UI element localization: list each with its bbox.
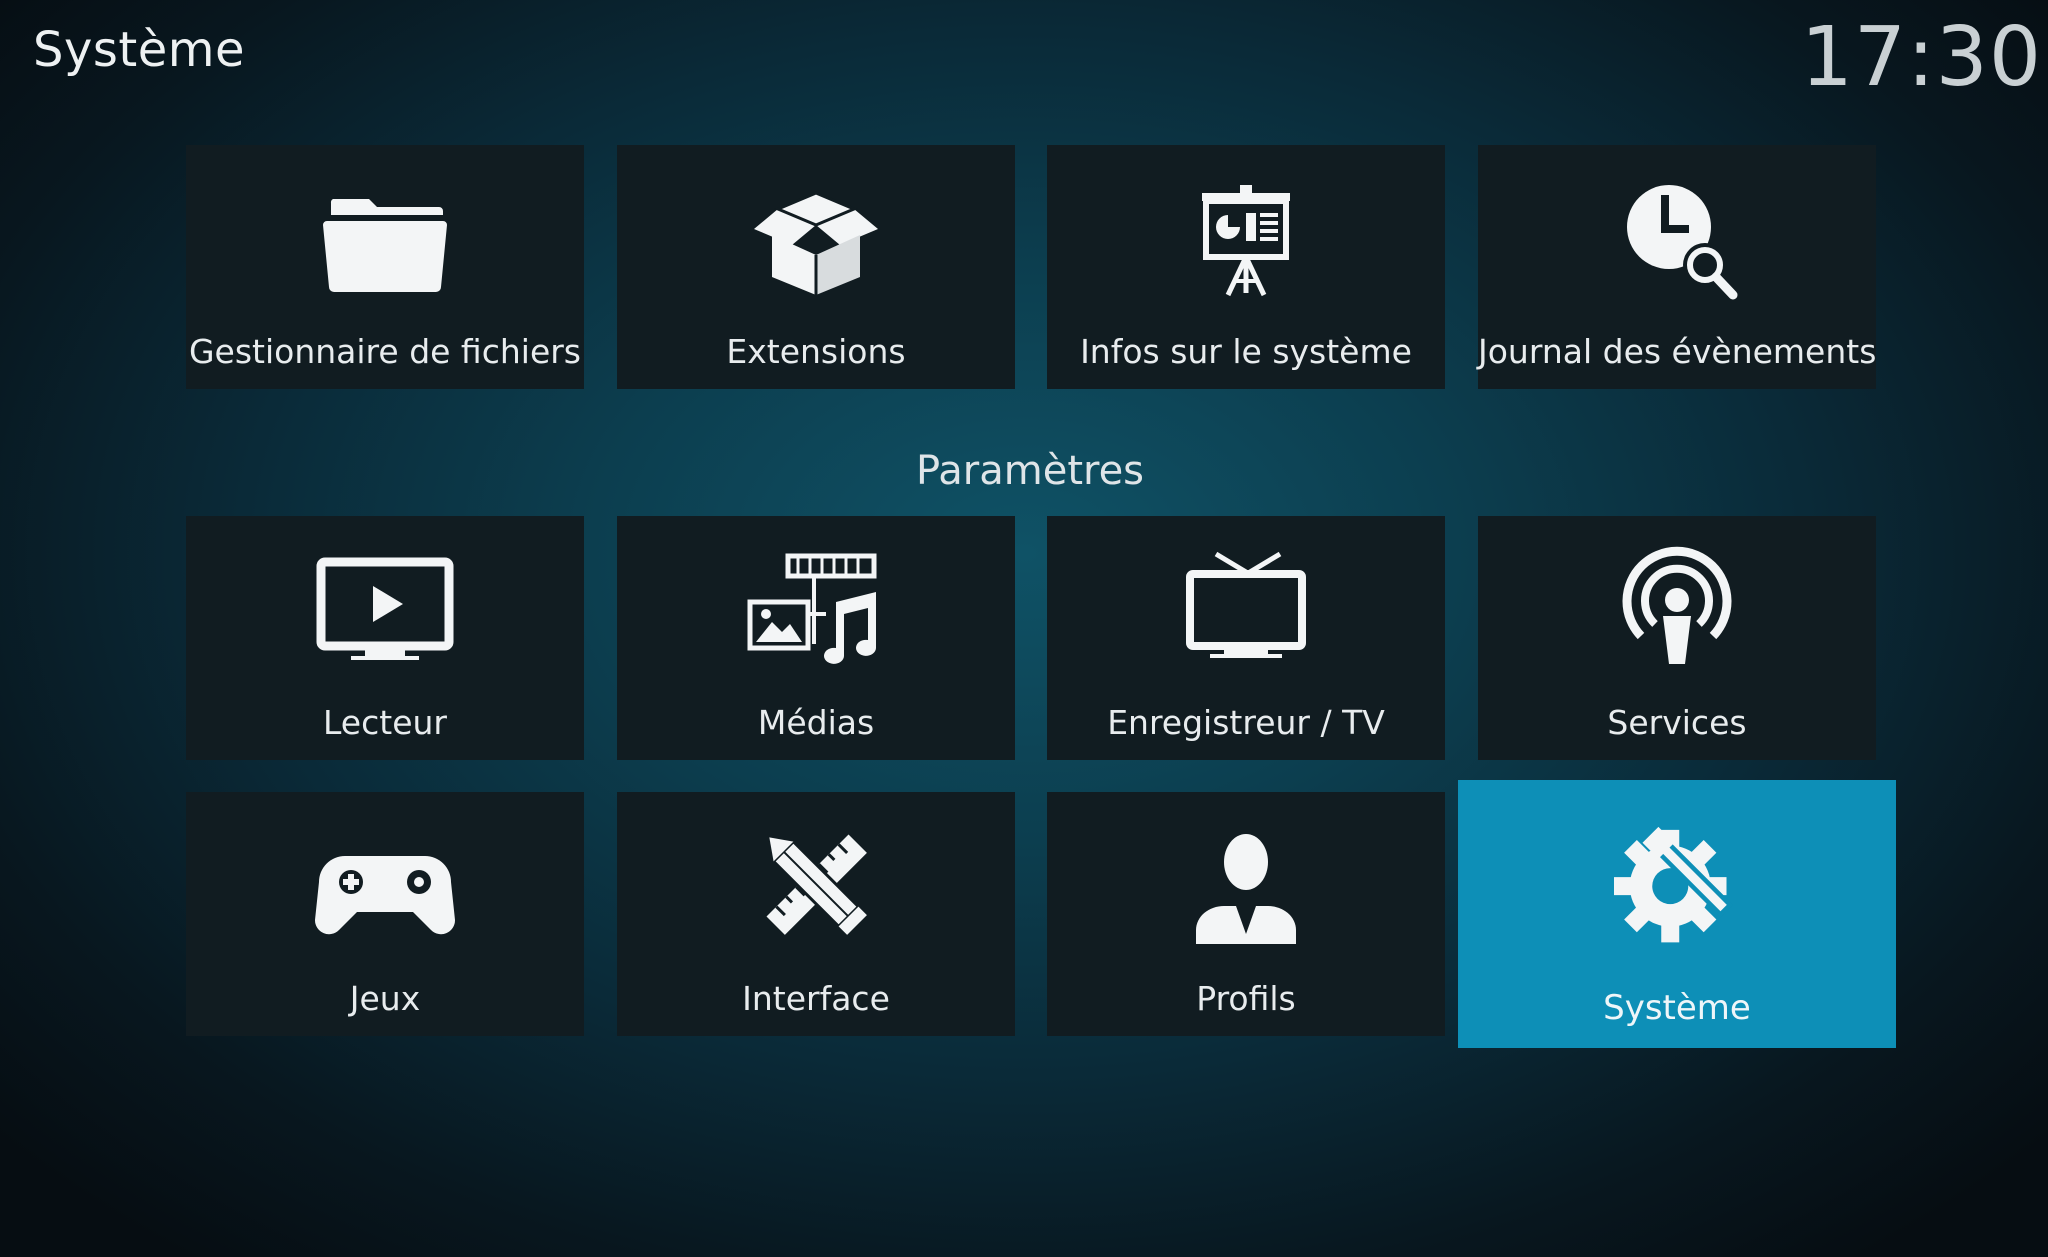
tile-label: Jeux xyxy=(349,979,421,1018)
user-icon xyxy=(1047,820,1445,950)
tile-file-manager[interactable]: Gestionnaire de fichiers xyxy=(186,145,584,389)
open-box-icon xyxy=(617,173,1015,303)
tile-label: Lecteur xyxy=(323,703,447,742)
tile-extensions[interactable]: Extensions xyxy=(617,145,1015,389)
media-icon xyxy=(617,544,1015,674)
gamepad-icon xyxy=(186,820,584,950)
tile-label: Interface xyxy=(742,979,890,1018)
tile-label: Services xyxy=(1607,703,1747,742)
page-title: Système xyxy=(33,22,246,78)
ruler-pencil-icon xyxy=(617,820,1015,950)
folder-icon xyxy=(186,173,584,303)
tile-games[interactable]: Jeux xyxy=(186,792,584,1036)
tile-label: Infos sur le système xyxy=(1080,332,1412,371)
tile-media[interactable]: Médias xyxy=(617,516,1015,760)
tile-player[interactable]: Lecteur xyxy=(186,516,584,760)
tile-label: Enregistreur / TV xyxy=(1107,703,1385,742)
tile-label: Médias xyxy=(757,703,875,742)
tile-label: Profils xyxy=(1196,979,1296,1018)
tile-profiles[interactable]: Profils xyxy=(1047,792,1445,1036)
presentation-board-icon xyxy=(1047,173,1445,303)
tile-label: Système xyxy=(1603,988,1751,1028)
tile-label: Journal des évènements xyxy=(1478,332,1877,371)
settings-heading: Paramètres xyxy=(915,448,1145,494)
tile-system[interactable]: Système xyxy=(1458,780,1896,1048)
clock-search-icon xyxy=(1478,173,1876,303)
system-screen: Système 17:30 Gestionnaire de fichiers E… xyxy=(0,0,2048,1257)
broadcast-icon xyxy=(1478,544,1876,674)
tile-interface[interactable]: Interface xyxy=(617,792,1015,1036)
tile-label: Gestionnaire de fichiers xyxy=(188,332,582,371)
tile-label: Extensions xyxy=(726,332,906,371)
tv-antenna-icon xyxy=(1047,544,1445,674)
gear-wrench-icon xyxy=(1458,810,1896,960)
tile-event-log[interactable]: Journal des évènements xyxy=(1478,145,1876,389)
tile-pvr-tv[interactable]: Enregistreur / TV xyxy=(1047,516,1445,760)
tile-system-info[interactable]: Infos sur le système xyxy=(1047,145,1445,389)
tv-play-icon xyxy=(186,544,584,674)
clock: 17:30 xyxy=(1800,10,2042,105)
tile-services[interactable]: Services xyxy=(1478,516,1876,760)
